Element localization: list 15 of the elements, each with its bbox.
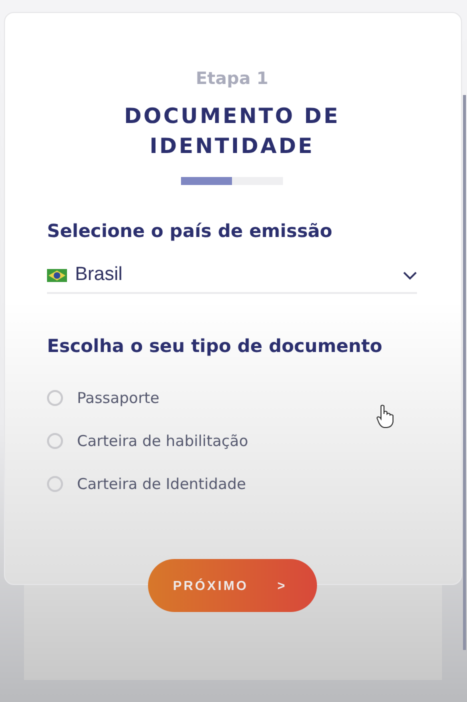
chevron-down-icon: [403, 270, 417, 280]
radio-button[interactable]: [47, 390, 63, 406]
section-heading: Selecione o país de emissão: [47, 221, 334, 242]
hand-pointer-icon: [376, 404, 396, 429]
radio-option[interactable]: Carteira de Identidade: [47, 475, 417, 493]
radio-button[interactable]: [47, 476, 63, 492]
flag-icon: [47, 268, 67, 282]
radio-option[interactable]: Carteira de habilitação: [47, 432, 417, 450]
radio-button[interactable]: [47, 433, 63, 449]
section-heading: Escolha o seu tipo de documento: [47, 336, 384, 357]
step-label: Etapa 1: [196, 69, 268, 89]
country-select[interactable]: Brasil: [47, 264, 417, 294]
scrollbar[interactable]: [463, 95, 466, 650]
next-button[interactable]: PRÓXIMO >: [148, 559, 317, 612]
page-title: DOCUMENTO DE IDENTIDADE: [123, 103, 341, 160]
